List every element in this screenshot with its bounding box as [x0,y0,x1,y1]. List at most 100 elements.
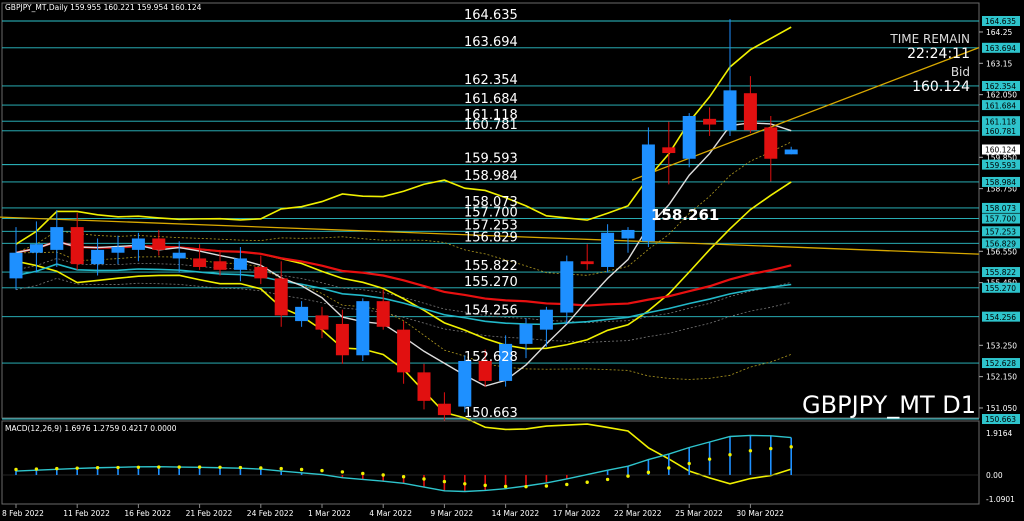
macd-signal-dot [320,468,324,473]
macd-signal-dot [463,482,467,486]
price-tick-label: 156.550 [986,247,1017,256]
macd-signal-dot [605,477,610,482]
price-tick-label: 152.150 [986,373,1017,382]
macd-signal-dot [75,466,79,470]
macd-signal-dot [401,475,406,479]
macd-signal-dot [565,482,569,487]
candle-body [519,323,533,344]
price-tag-label: 157.700 [985,215,1016,224]
date-tick-label: 17 Mar 2022 [553,509,601,518]
candle-body [703,118,717,125]
macd-signal-dot [218,465,222,469]
macd-signal-dot [707,457,712,461]
date-tick-label: 22 Mar 2022 [614,509,662,518]
candle-body [274,278,288,316]
candle-body [723,90,737,131]
macd-signal-dot [279,466,283,471]
macd-signal-dot [769,446,773,451]
candle-body [335,323,349,356]
macd-signal-dot [524,484,528,489]
price-tag-label: 161.684 [985,101,1016,110]
date-tick-label: 24 Feb 2022 [247,509,294,518]
price-tag-label: 158.984 [985,178,1016,187]
macd-signal-dot [728,453,732,457]
candle-body [376,301,390,327]
macd-tick-label: 1.9164 [986,429,1012,438]
macd-signal-dot [238,465,243,470]
bid-value: 160.124 [912,79,970,95]
macd-signal-dot [503,484,508,489]
candle-body [9,252,23,279]
macd-signal-dot [55,466,59,471]
level-line-label: 158.984 [464,169,518,184]
time-remain-label: TIME REMAIN [889,32,970,46]
price-tick-label: 153.250 [986,341,1017,350]
candle-body [437,403,451,416]
candle-body [580,261,594,265]
macd-signal-dot [667,466,671,470]
price-tick-label: 162.050 [986,91,1017,100]
candle-body [356,301,370,356]
candle-body [458,360,472,407]
candle-body [254,266,268,279]
candle-body [764,127,778,159]
macd-signal-dot [687,461,691,466]
candle-body [560,261,574,313]
macd-signal-dot [748,449,753,453]
symbol-info: GBPJPY_MT,Daily 159.955 160.221 159.954 … [5,3,202,12]
time-remain-value: 22:24:11 [907,46,970,62]
level-line-label: 156.829 [464,230,518,245]
candle-body [213,261,227,270]
macd-signal-dot [544,484,549,488]
price-tag-label: 154.256 [985,313,1016,322]
price-tag-label: 160.781 [985,127,1016,136]
macd-signal-dot [197,465,202,469]
macd-signal-dot [14,467,18,472]
macd-signal-dot [299,467,304,472]
macd-signal-dot [585,480,589,484]
date-tick-label: 30 Mar 2022 [736,509,784,518]
price-tag-label: 155.270 [985,284,1016,293]
candle-body [29,244,43,253]
candle-body [682,115,696,159]
macd-signal-dot [259,466,263,470]
chart-watermark: GBPJPY_MT D1 [802,391,976,419]
price-tag-label: 152.628 [985,359,1016,368]
macd-signal-dot [95,466,100,470]
price-tag-label: 159.593 [985,161,1016,170]
date-tick-label: 21 Feb 2022 [186,509,233,518]
date-tick-label: 16 Feb 2022 [124,509,171,518]
candle-body [233,258,247,270]
macd-tick-label: 0.00 [986,471,1003,480]
price-tick-label: 151.050 [986,404,1017,413]
macd-title: MACD(12,26,9) 1.6976 1.2759 0.4217 0.000… [5,424,177,433]
candle-body [315,315,329,330]
price-tag-label: 163.694 [985,44,1016,53]
macd-signal-dot [340,470,345,474]
candle-body [621,229,635,239]
candle-body [70,227,84,265]
highlight-level-label: 158.261 [651,206,719,224]
date-tick-label: 1 Mar 2022 [308,509,351,518]
price-tag-label: 155.822 [985,268,1016,277]
candle-body [172,252,186,259]
level-line-label: 150.663 [464,406,518,421]
candle-body [417,372,431,401]
macd-signal-dot [177,465,181,469]
candle-body [539,309,553,330]
candle-body [50,227,64,250]
macd-signal-dot [116,465,120,470]
macd-signal-dot [442,479,447,484]
date-tick-label: 11 Feb 2022 [63,509,110,518]
candle-body [111,247,125,253]
trading-chart[interactable]: 164.635163.694162.354161.684161.118160.7… [0,0,1024,521]
candle-body [131,238,145,250]
macd-signal-dot [789,445,793,449]
price-tag-label: 164.635 [985,17,1016,26]
price-tick-label: 164.25 [986,28,1012,37]
macd-signal-dot [157,465,161,469]
level-line-label: 152.628 [464,350,518,365]
macd-signal-dot [34,467,39,471]
price-tick-label: 163.15 [986,59,1012,68]
macd-signal-dot [646,470,651,475]
